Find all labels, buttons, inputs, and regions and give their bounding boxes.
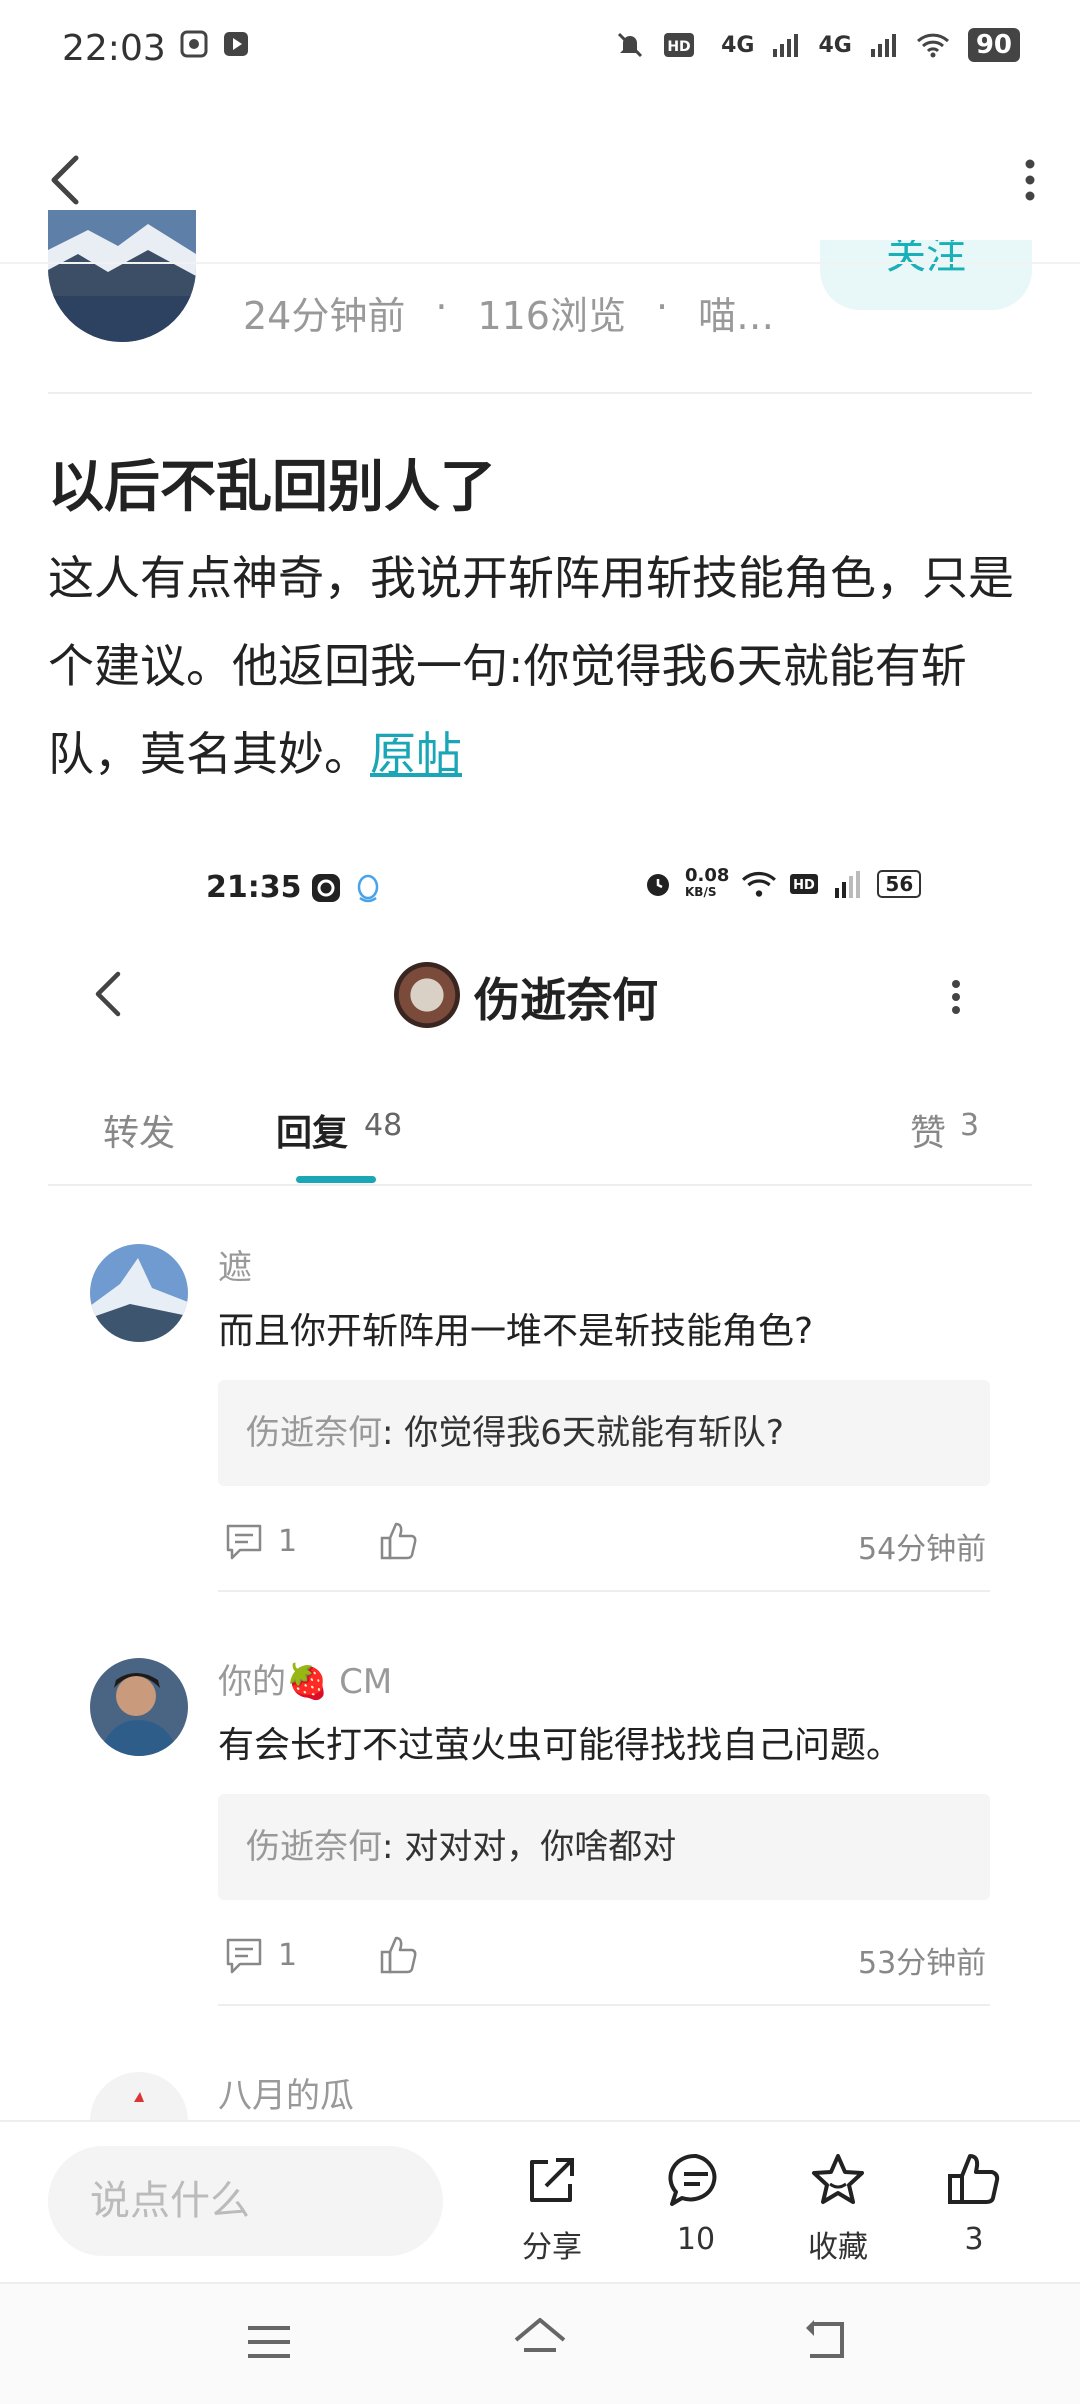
battery-indicator: 90 bbox=[967, 28, 1020, 62]
quote-text: : 对对对，你啥都对 bbox=[382, 1827, 677, 1867]
follow-button[interactable]: 关注 bbox=[820, 240, 1032, 310]
comment-avatar[interactable] bbox=[90, 1658, 188, 1756]
follow-label: 关注 bbox=[886, 240, 966, 278]
app-notification-icon bbox=[180, 30, 208, 58]
network-4g-1: 4G bbox=[721, 32, 755, 58]
svg-text:HD: HD bbox=[667, 39, 690, 55]
comment-time: 54分钟前 bbox=[858, 1532, 987, 1567]
quoted-reply[interactable]: 伤逝奈何: 对对对，你啥都对 bbox=[218, 1794, 990, 1900]
embedded-screenshot[interactable]: 21:35 0.08 KB/S HD 56 伤逝奈何 转发 回复 48 赞 3 … bbox=[48, 846, 1032, 2122]
svg-text:HD: HD bbox=[794, 878, 816, 893]
post-body: 这人有点神奇，我说开斩阵用斩技能角色，只是个建议。他返回我一句:你觉得我6天就能… bbox=[48, 534, 1028, 798]
quote-author: 伤逝奈何 bbox=[246, 1413, 382, 1453]
quote-text: : 你觉得我6天就能有斩队? bbox=[382, 1413, 784, 1453]
favorite-label: 收藏 bbox=[808, 2230, 868, 2265]
app-icon bbox=[312, 874, 340, 902]
star-icon bbox=[812, 2154, 864, 2204]
comment-time: 53分钟前 bbox=[858, 1946, 987, 1981]
signal-icon-2 bbox=[870, 34, 896, 57]
embedded-status-icons bbox=[310, 872, 382, 904]
reply-icon[interactable] bbox=[224, 1522, 264, 1562]
tab-like[interactable]: 赞 bbox=[910, 1104, 946, 1156]
favorite-button[interactable]: 收藏 bbox=[778, 2150, 898, 2266]
embedded-status-time: 21:35 bbox=[206, 870, 302, 905]
comment-author[interactable]: 遮 bbox=[218, 1240, 252, 1289]
quote-author: 伤逝奈何 bbox=[246, 1827, 382, 1867]
like-count: 3 bbox=[964, 2222, 984, 2257]
post-meta: 24分钟前 · 116浏览 · 喵… bbox=[243, 285, 774, 340]
like-button[interactable]: 3 bbox=[914, 2150, 1034, 2257]
post-title: 以后不乱回别人了 bbox=[48, 455, 496, 520]
reply-count: 1 bbox=[278, 1938, 298, 1973]
signal-icon bbox=[835, 871, 861, 898]
embedded-more-icon[interactable] bbox=[948, 972, 964, 1022]
status-right-icons: HD 4G 4G 90 bbox=[615, 28, 1020, 62]
embedded-back-icon[interactable] bbox=[88, 966, 128, 1022]
embedded-title: 伤逝奈何 bbox=[474, 973, 658, 1027]
home-icon[interactable] bbox=[510, 2314, 570, 2366]
back-nav-icon[interactable] bbox=[800, 2316, 850, 2364]
embedded-status-right: 0.08 KB/S HD 56 bbox=[643, 865, 922, 900]
mute-icon bbox=[618, 32, 643, 58]
share-button[interactable]: 分享 bbox=[492, 2150, 612, 2266]
net-speed: 0.08 bbox=[685, 865, 730, 886]
post-time: 24分钟前 bbox=[243, 294, 406, 338]
thumbs-up-icon bbox=[948, 2154, 1000, 2204]
comment-avatar[interactable] bbox=[90, 1244, 188, 1342]
tab-reply[interactable]: 回复 bbox=[276, 1104, 348, 1156]
menu-icon[interactable] bbox=[244, 2320, 294, 2364]
hd-icon: HD bbox=[664, 33, 695, 57]
comment-input[interactable]: 说点什么 bbox=[48, 2146, 443, 2256]
signal-icon bbox=[773, 34, 799, 57]
tab-indicator bbox=[296, 1176, 376, 1183]
back-icon[interactable] bbox=[40, 140, 90, 220]
reply-count: 1 bbox=[278, 1524, 298, 1559]
qq-icon bbox=[357, 874, 379, 903]
original-post-link[interactable]: 原帖 bbox=[370, 727, 462, 781]
divider bbox=[48, 392, 1032, 394]
tab-reply-count: 48 bbox=[364, 1108, 403, 1143]
comment-button[interactable]: 10 bbox=[636, 2150, 756, 2257]
post-source: 喵… bbox=[698, 294, 775, 338]
comment-author[interactable]: 八月的瓜 bbox=[218, 2068, 354, 2117]
like-icon[interactable] bbox=[378, 1934, 420, 1976]
more-vertical-icon[interactable] bbox=[1018, 150, 1042, 210]
comment-count: 10 bbox=[676, 2222, 716, 2257]
post-body-text: 这人有点神奇，我说开斩阵用斩技能角色，只是个建议。他返回我一句:你觉得我6天就能… bbox=[48, 551, 1014, 781]
embedded-battery: 56 bbox=[877, 870, 922, 898]
alarm-icon bbox=[647, 874, 669, 896]
comment-avatar[interactable] bbox=[90, 2072, 188, 2122]
comment-divider bbox=[218, 1590, 990, 1592]
header-divider bbox=[0, 262, 1080, 264]
wifi-icon bbox=[742, 872, 777, 897]
reply-icon[interactable] bbox=[224, 1936, 264, 1976]
like-icon[interactable] bbox=[378, 1520, 420, 1562]
comment-icon bbox=[668, 2153, 717, 2206]
comment-divider bbox=[218, 2004, 990, 2006]
quoted-reply[interactable]: 伤逝奈何: 你觉得我6天就能有斩队? bbox=[218, 1380, 990, 1486]
comment-author[interactable]: 你的🍓 CM bbox=[218, 1654, 392, 1703]
post-views: 116浏览 bbox=[477, 294, 626, 338]
embedded-user-avatar[interactable] bbox=[394, 962, 460, 1028]
author-avatar[interactable] bbox=[48, 210, 196, 342]
meta-dot: · bbox=[655, 285, 669, 329]
tabs-divider bbox=[48, 1184, 1032, 1186]
comment-text: 有会长打不过萤火虫可能得找找自己问题。 bbox=[218, 1725, 903, 1766]
net-speed-unit: KB/S bbox=[685, 885, 717, 899]
wifi-icon bbox=[916, 33, 949, 58]
status-notification-icons bbox=[180, 30, 250, 58]
tab-forward[interactable]: 转发 bbox=[103, 1104, 175, 1156]
meta-dot: · bbox=[435, 285, 448, 329]
comment-text: 而且你开斩阵用一堆不是斩技能角色? bbox=[218, 1311, 814, 1352]
tab-like-count: 3 bbox=[960, 1108, 980, 1143]
share-icon bbox=[530, 2158, 574, 2202]
status-time: 22:03 bbox=[62, 28, 166, 69]
share-label: 分享 bbox=[522, 2230, 582, 2265]
hd-icon: HD bbox=[790, 874, 819, 894]
network-4g-2: 4G bbox=[818, 32, 852, 58]
play-notification-icon bbox=[224, 32, 248, 56]
